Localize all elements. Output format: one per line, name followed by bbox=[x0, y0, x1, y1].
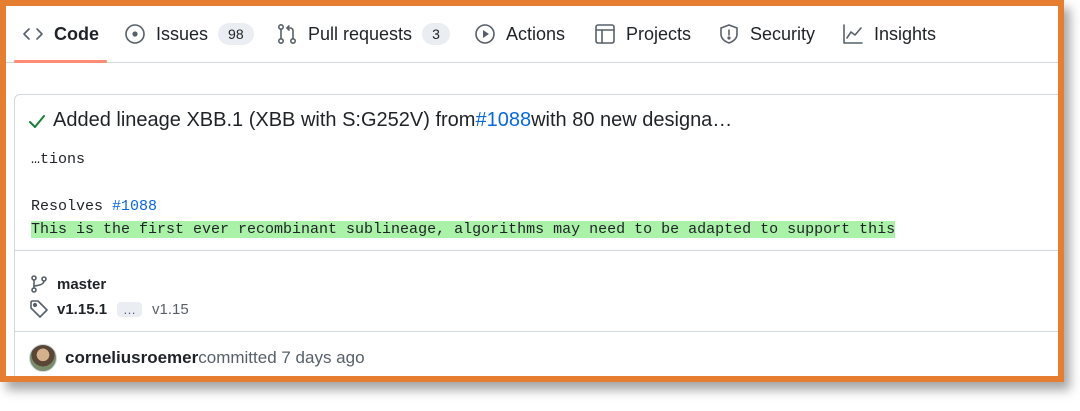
commit-title-prefix: Added lineage XBB.1 (XBB with S:G252V) f… bbox=[53, 109, 476, 131]
tab-pull-requests-label: Pull requests bbox=[308, 23, 413, 44]
graph-icon bbox=[842, 23, 864, 45]
tag-newest[interactable]: v1.15.1 bbox=[57, 301, 107, 318]
git-branch-icon bbox=[31, 275, 47, 293]
tab-pull-requests[interactable]: Pull requests 3 bbox=[276, 6, 450, 62]
branch-row: master bbox=[29, 274, 106, 294]
commit-title: Added lineage XBB.1 (XBB with S:G252V) f… bbox=[27, 109, 732, 132]
tags-ellipsis-button[interactable]: … bbox=[117, 301, 143, 317]
shield-icon bbox=[718, 23, 740, 45]
issue-link[interactable]: #1088 bbox=[475, 109, 531, 132]
tab-issues-label: Issues bbox=[156, 23, 209, 44]
screenshot-frame: Code Issues 98 Pull requests 3 Actions P… bbox=[0, 0, 1064, 382]
committed-text: committed 7 days ago bbox=[198, 348, 365, 367]
play-icon bbox=[474, 23, 496, 45]
avatar[interactable] bbox=[29, 344, 57, 372]
repo-nav-tabs: Code Issues 98 Pull requests 3 Actions P… bbox=[6, 6, 1058, 63]
pull-requests-counter: 3 bbox=[422, 23, 450, 45]
tab-actions-label: Actions bbox=[506, 23, 566, 44]
tab-code[interactable]: Code bbox=[14, 6, 107, 63]
tab-projects-label: Projects bbox=[626, 23, 692, 44]
commit-title-suffix: with 80 new designa… bbox=[531, 109, 733, 131]
branch-name[interactable]: master bbox=[57, 276, 106, 293]
issue-opened-icon bbox=[124, 23, 146, 45]
check-icon bbox=[27, 111, 47, 131]
tab-insights-label: Insights bbox=[874, 23, 937, 44]
tab-issues[interactable]: Issues 98 bbox=[124, 6, 254, 62]
tab-actions[interactable]: Actions bbox=[474, 6, 565, 62]
code-icon bbox=[22, 23, 44, 45]
table-icon bbox=[594, 23, 616, 45]
author-row: corneliusroemer committed 7 days ago bbox=[29, 344, 365, 372]
tag-icon bbox=[30, 300, 48, 318]
tab-security-label: Security bbox=[750, 23, 816, 44]
resolves-issue-link[interactable]: #1088 bbox=[112, 198, 157, 215]
highlighted-text: This is the first ever recombinant subli… bbox=[31, 221, 896, 238]
tab-security[interactable]: Security bbox=[718, 6, 815, 62]
issues-counter: 98 bbox=[218, 23, 254, 45]
divider bbox=[15, 250, 1058, 251]
divider bbox=[15, 331, 1058, 332]
resolves-label: Resolves bbox=[31, 198, 113, 215]
tab-code-label: Code bbox=[54, 23, 99, 44]
resolves-line: Resolves #1088 bbox=[31, 198, 157, 215]
tags-row: v1.15.1 … v1.15 bbox=[29, 299, 189, 319]
commit-panel: Added lineage XBB.1 (XBB with S:G252V) f… bbox=[14, 94, 1058, 376]
tab-projects[interactable]: Projects bbox=[594, 6, 691, 62]
highlighted-line: This is the first ever recombinant subli… bbox=[31, 221, 896, 238]
tab-insights[interactable]: Insights bbox=[842, 6, 936, 62]
author-name[interactable]: corneliusroemer bbox=[65, 348, 198, 368]
tag-oldest[interactable]: v1.15 bbox=[152, 301, 189, 318]
commit-body-continuation: …tions bbox=[31, 151, 86, 168]
git-pull-request-icon bbox=[276, 23, 298, 45]
